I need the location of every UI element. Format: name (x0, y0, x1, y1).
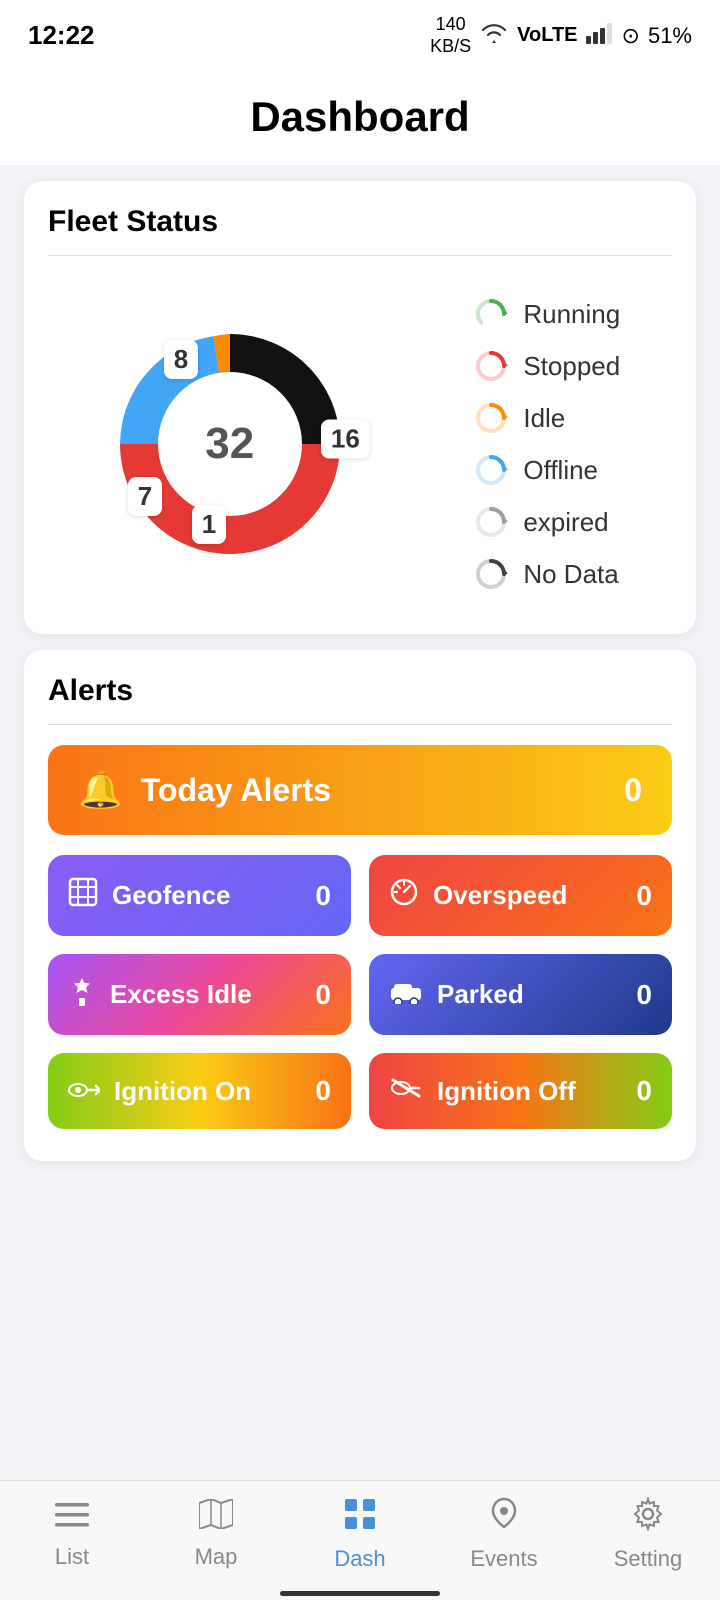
nav-setting[interactable]: Setting (608, 1497, 688, 1572)
nav-dash[interactable]: Dash (320, 1497, 400, 1572)
excess-idle-label: Excess Idle (110, 979, 252, 1010)
ignition-on-alert[interactable]: Ignition On 0 (48, 1053, 351, 1129)
ignition-off-label: Ignition Off (437, 1076, 576, 1107)
legend-offline: Offline (473, 452, 620, 488)
idle-icon (473, 400, 509, 436)
battery-icon: ⊙ (622, 23, 640, 49)
setting-icon (631, 1497, 665, 1540)
today-alerts-button[interactable]: 🔔 Today Alerts 0 (48, 745, 672, 835)
legend-idle-label: Idle (523, 403, 565, 434)
parked-label: Parked (437, 979, 524, 1010)
home-indicator (0, 1591, 720, 1596)
today-alerts-icon: 🔔 (78, 769, 123, 811)
alerts-card: Alerts 🔔 Today Alerts 0 (24, 650, 696, 1161)
dash-icon (343, 1497, 377, 1540)
expired-icon (473, 504, 509, 540)
legend-running: Running (473, 296, 620, 332)
nav-setting-label: Setting (614, 1546, 683, 1572)
excess-idle-alert[interactable]: Excess Idle 0 (48, 954, 351, 1035)
bottom-nav: List Map Dash (0, 1480, 720, 1600)
donut-chart: 32 8 16 7 1 (100, 314, 360, 574)
nav-dash-label: Dash (334, 1546, 385, 1572)
overspeed-count: 0 (636, 880, 652, 912)
lte-icon: VoLTE (517, 24, 577, 47)
geofence-label: Geofence (112, 880, 231, 911)
legend-expired-label: expired (523, 507, 608, 538)
overspeed-label: Overspeed (433, 880, 567, 911)
status-time: 12:22 (28, 20, 95, 51)
wifi-icon (479, 22, 509, 50)
list-icon (55, 1499, 89, 1538)
nav-map-label: Map (195, 1544, 238, 1570)
parked-icon (389, 979, 423, 1011)
ignition-off-count: 0 (636, 1075, 652, 1107)
stopped-icon (473, 348, 509, 384)
fleet-status-title: Fleet Status (48, 205, 672, 239)
overspeed-icon (389, 877, 419, 914)
ignition-on-label: Ignition On (114, 1076, 251, 1107)
nav-events[interactable]: Events (464, 1497, 544, 1572)
page-title: Dashboard (0, 65, 720, 165)
legend-nodata: No Data (473, 556, 620, 592)
legend-stopped-label: Stopped (523, 351, 620, 382)
fleet-status-card: Fleet Status 32 8 16 7 1 (24, 181, 696, 634)
legend-expired: expired (473, 504, 620, 540)
geofence-icon (68, 877, 98, 914)
donut-center-value: 32 (175, 389, 285, 499)
data-speed: 140KB/S (430, 14, 471, 57)
today-alerts-count: 0 (624, 772, 642, 809)
legend-stopped: Stopped (473, 348, 620, 384)
events-icon (489, 1497, 519, 1540)
excess-idle-icon (68, 976, 96, 1013)
seg-label-16: 16 (321, 419, 370, 458)
status-bar: 12:22 140KB/S VoLTE ⊙ 51% (0, 0, 720, 65)
legend-idle: Idle (473, 400, 620, 436)
seg-label-8: 8 (164, 340, 198, 379)
geofence-alert[interactable]: Geofence 0 (48, 855, 351, 936)
excess-idle-count: 0 (315, 979, 331, 1011)
home-bar (280, 1591, 440, 1596)
nav-list[interactable]: List (32, 1499, 112, 1570)
nav-list-label: List (55, 1544, 89, 1570)
today-alerts-left: 🔔 Today Alerts (78, 769, 331, 811)
overspeed-alert[interactable]: Overspeed 0 (369, 855, 672, 936)
battery-percent: 51% (648, 23, 692, 49)
geofence-count: 0 (315, 880, 331, 912)
ignition-off-alert[interactable]: Ignition Off 0 (369, 1053, 672, 1129)
legend-nodata-label: No Data (523, 559, 618, 590)
nodata-icon (473, 556, 509, 592)
alerts-title: Alerts (48, 674, 672, 708)
ignition-on-count: 0 (315, 1075, 331, 1107)
parked-count: 0 (636, 979, 652, 1011)
legend-running-label: Running (523, 299, 620, 330)
ignition-off-icon (389, 1075, 423, 1107)
ignition-on-icon (68, 1075, 100, 1107)
map-icon (199, 1499, 233, 1538)
nav-events-label: Events (470, 1546, 537, 1572)
today-alerts-label: Today Alerts (141, 772, 331, 809)
running-icon (473, 296, 509, 332)
legend-offline-label: Offline (523, 455, 598, 486)
offline-icon (473, 452, 509, 488)
seg-label-7: 7 (128, 477, 162, 516)
parked-alert[interactable]: Parked 0 (369, 954, 672, 1035)
fleet-chart-area: 32 8 16 7 1 Running (48, 276, 672, 602)
seg-label-1: 1 (192, 505, 226, 544)
alerts-grid: Geofence 0 Overspeed 0 (48, 855, 672, 1129)
status-icons: 140KB/S VoLTE ⊙ 51% (430, 14, 692, 57)
nav-map[interactable]: Map (176, 1499, 256, 1570)
fleet-legend: Running Stopped (463, 296, 620, 592)
signal-icon (586, 22, 614, 50)
